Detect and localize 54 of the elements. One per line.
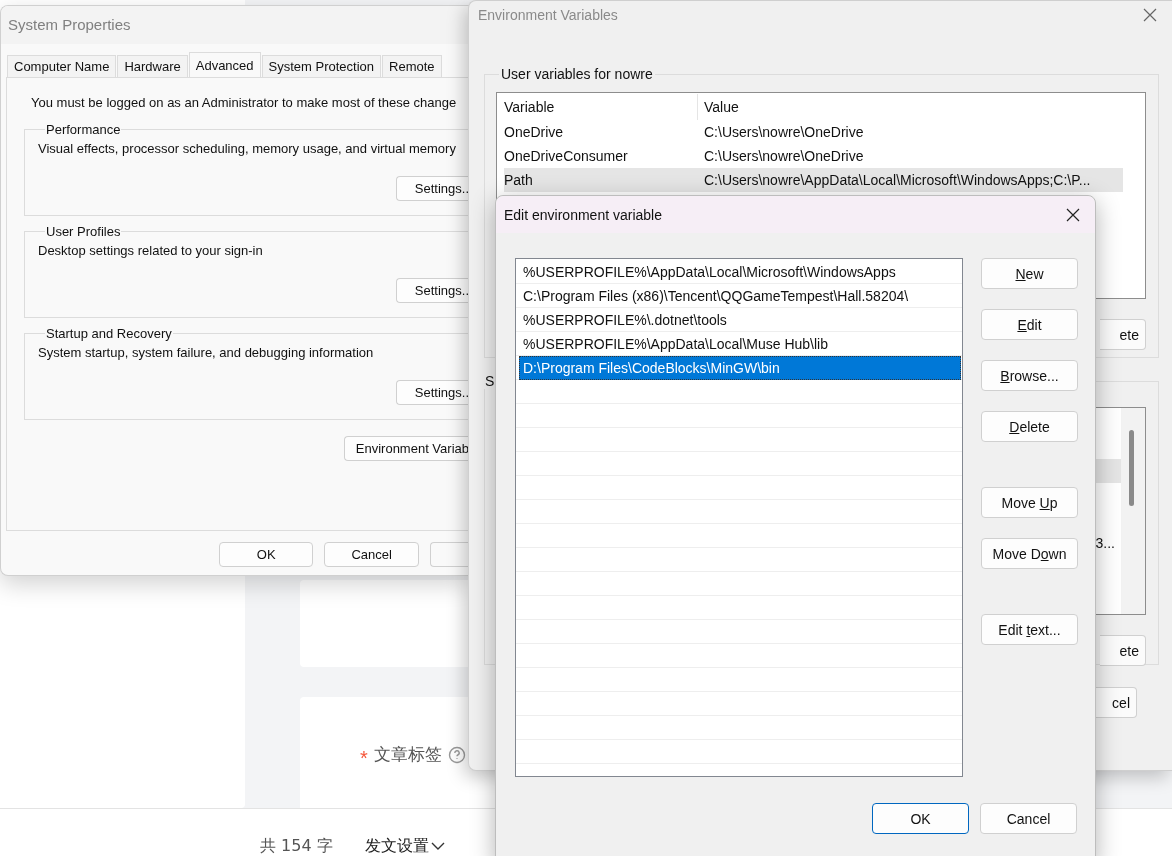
variable-row[interactable]: OneDrive C:\Users\nowre\OneDrive: [504, 120, 1123, 144]
path-entry[interactable]: %USERPROFILE%\AppData\Local\Microsoft\WindowsApps: [519, 260, 961, 284]
tab[interactable]: Hardware: [117, 55, 188, 77]
tab[interactable]: System Protection: [261, 55, 382, 77]
tab[interactable]: Remote: [382, 55, 442, 77]
partial-button[interactable]: ete: [1100, 635, 1146, 666]
ok-button[interactable]: OK: [872, 803, 969, 834]
group-description: System startup, system failure, and debugging information: [38, 345, 375, 360]
variable-row[interactable]: OneDriveConsumer C:\Users\nowre\OneDrive: [504, 144, 1123, 168]
variable-row[interactable]: Path C:\Users\nowre\AppData\Local\Microsoft\WindowsApps;C:\P...: [504, 168, 1123, 192]
required-mark: *: [360, 747, 368, 770]
group-title: S: [484, 373, 496, 389]
close-icon[interactable]: [1066, 207, 1080, 222]
window-title: System Properties: [1, 6, 469, 44]
group-title: User variables for nowre: [500, 66, 654, 82]
notice-text: You must be logged on as an Administrator to make most of these change: [31, 95, 458, 110]
settings-button[interactable]: Settings..: [395, 380, 469, 405]
action-button[interactable]: Browse...: [981, 360, 1078, 391]
ok-button[interactable]: OK: [219, 542, 314, 567]
action-button[interactable]: Edit: [981, 309, 1078, 340]
path-entry[interactable]: %USERPROFILE%\.dotnet\tools: [519, 308, 961, 332]
list-cell: 3...: [1095, 535, 1115, 551]
scrollbar-thumb[interactable]: [1129, 430, 1134, 506]
path-entry[interactable]: D:\Program Files\CodeBlocks\MinGW\bin: [519, 356, 961, 380]
action-button[interactable]: Move Up: [981, 487, 1078, 518]
group-description: Desktop settings related to your sign-in: [38, 243, 264, 258]
help-icon[interactable]: [447, 745, 466, 764]
settings-button[interactable]: Settings..: [395, 176, 469, 201]
action-button[interactable]: Move Down: [981, 538, 1078, 569]
cancel-button[interactable]: Cancel: [324, 542, 419, 567]
group-title: Startup and Recovery: [45, 326, 173, 341]
tab[interactable]: Computer Name: [7, 55, 117, 77]
settings-button[interactable]: Settings..: [395, 278, 469, 303]
column-header[interactable]: Value: [698, 94, 739, 120]
field-label: 文章标签: [373, 743, 442, 766]
action-button[interactable]: Edit text...: [981, 614, 1078, 645]
window-title: Edit environment variable: [504, 206, 662, 223]
tab[interactable]: Advanced: [188, 52, 261, 77]
action-button[interactable]: New: [981, 258, 1078, 289]
chevron-down-icon: [430, 841, 445, 851]
column-header[interactable]: Variable: [504, 94, 698, 120]
path-entry[interactable]: C:\Program Files (x86)\Tencent\QQGameTempest\Hall.58204\: [519, 284, 961, 308]
cancel-button[interactable]: Cancel: [980, 803, 1077, 834]
partial-button[interactable]: ete: [1100, 319, 1146, 350]
word-count: 共 154 字: [260, 836, 333, 856]
path-entry[interactable]: %USERPROFILE%\AppData\Local\Muse Hub\lib: [519, 332, 961, 356]
settings-menu[interactable]: 发文设置: [364, 836, 445, 856]
group-title: User Profiles: [45, 224, 122, 239]
action-button[interactable]: Delete: [981, 411, 1078, 442]
apply-button[interactable]: [429, 542, 469, 567]
environment-variables-button[interactable]: Environment Variab: [343, 436, 469, 461]
window-title: Environment Variables: [478, 7, 618, 23]
group-description: Visual effects, processor scheduling, memory usage, and virtual memory: [38, 141, 457, 156]
group-title: Performance: [45, 122, 122, 137]
